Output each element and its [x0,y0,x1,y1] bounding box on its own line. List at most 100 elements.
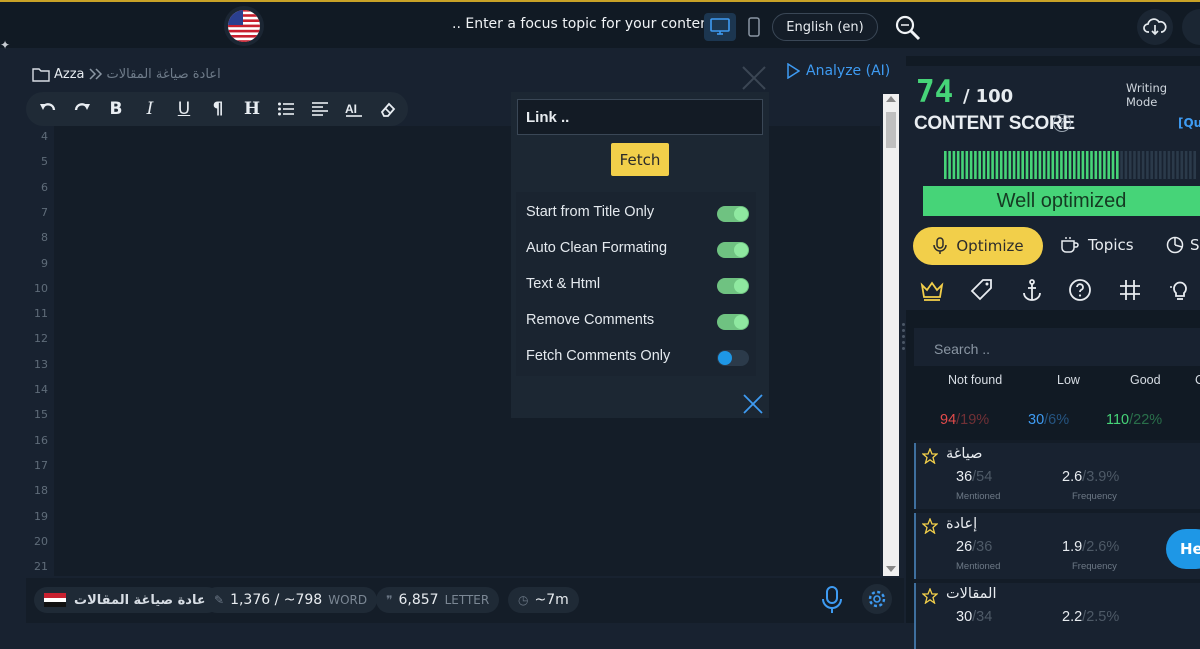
bold-icon[interactable]: B [100,94,132,124]
link-input[interactable] [517,99,763,135]
help-chat-bubble[interactable]: He [1166,529,1200,569]
breadcrumb-doc[interactable]: اعادة صياغة المقالات [107,67,221,82]
filter-icon-row [918,276,1200,306]
keyword-card[interactable]: المقالات 30/34 2.2/2.5% [914,583,1200,649]
frequency-count: 1.9 [1062,539,1083,555]
score-value: 74 [916,74,954,110]
paragraph-icon[interactable]: ¶ [202,94,234,124]
microphone-icon[interactable] [818,585,846,615]
search-zoom-icon[interactable] [894,14,922,46]
meter-segment [1098,151,1102,179]
ai-text-icon[interactable]: AI [338,94,370,124]
keyword-search-input[interactable] [932,336,1196,362]
column-extra[interactable]: C [1195,373,1200,387]
tab-optimize[interactable]: Optimize [913,227,1043,265]
writing-mode-label[interactable]: Writing Mode [1126,81,1200,109]
line-number: 15 [34,408,48,422]
tab-topics[interactable]: Topics [1060,236,1134,254]
column-good[interactable]: Good [1130,373,1161,387]
help-icon[interactable]: ? [1053,114,1071,132]
meter-segment [991,151,994,179]
align-icon[interactable] [304,94,336,124]
count-not-found-pct: /19% [956,412,990,428]
count-low-value: 30 [1028,412,1045,428]
meter-segment [1107,151,1110,179]
tab-stats[interactable]: S [1166,236,1200,254]
keyword-card[interactable]: صياغة 36/54 Mentioned 2.6/3.9% Frequency [914,443,1200,509]
underline-icon[interactable]: U [168,94,200,124]
lightbulb-icon[interactable] [1166,276,1194,304]
desktop-view-button[interactable] [704,13,736,41]
line-number: 16 [34,433,48,447]
meter-segment [1017,151,1020,179]
settings-button[interactable] [862,584,892,614]
meter-segment [961,151,964,179]
word-count-pill: ✎ 1,376 / ~798 WORD [204,587,378,613]
option-toggle[interactable] [717,206,749,222]
line-number: 9 [41,256,48,270]
focus-topic-input[interactable]: .. Enter a focus topic for your content [452,16,714,32]
star-icon[interactable] [922,588,938,604]
redo-icon[interactable] [66,94,98,124]
option-toggle[interactable] [717,242,749,258]
quote-icon: ❞ [386,593,393,607]
column-not-found[interactable]: Not found [948,373,1002,387]
close-popup-icon[interactable] [740,391,766,417]
egypt-flag-icon [44,593,66,608]
star-icon[interactable] [922,518,938,534]
star-icon[interactable] [922,448,938,464]
option-toggle[interactable] [717,350,749,366]
us-flag-icon[interactable] [224,6,264,46]
meter-segment [1163,151,1166,179]
scroll-down-icon[interactable] [886,566,896,572]
document-title-pill[interactable]: اعادة صياغة المقالات [34,587,221,613]
cloud-download-button[interactable] [1137,9,1173,45]
meter-segment [1025,151,1029,179]
meter-segment [1180,151,1184,179]
meter-segment [1159,151,1162,179]
eraser-icon[interactable] [372,94,404,124]
meter-segment [1081,151,1085,179]
option-toggle[interactable] [717,314,749,330]
crown-icon[interactable] [918,276,946,304]
toggle-knob [734,315,748,329]
keyword-card[interactable]: إعادة 26/36 Mentioned 1.9/2.6% Frequency [914,513,1200,579]
meter-segment [952,151,956,179]
tag-icon[interactable] [968,276,996,304]
close-icon[interactable] [740,64,768,92]
undo-icon[interactable] [32,94,64,124]
chevrons-right-icon [88,68,102,80]
hashtag-icon[interactable] [1116,276,1144,304]
scroll-thumb[interactable] [886,112,896,148]
question-icon[interactable] [1066,276,1094,304]
meter-segment [1042,151,1046,179]
toggle-knob [718,351,732,365]
italic-icon[interactable]: I [134,94,166,124]
meter-segment [1038,151,1042,179]
letter-unit: LETTER [444,593,490,607]
analyze-ai-button[interactable]: Analyze (AI) [786,63,890,79]
optimization-status-bar: Well optimized [923,186,1200,216]
word-unit: WORD [328,593,368,607]
language-select[interactable]: English (en) [772,13,878,41]
list-icon[interactable] [270,94,302,124]
quick-link[interactable]: [Quic [1178,116,1200,130]
mobile-view-button[interactable] [744,13,764,41]
column-low[interactable]: Low [1057,373,1080,387]
fetch-button[interactable]: Fetch [611,143,669,176]
option-label: Fetch Comments Only [526,348,671,364]
scroll-up-icon[interactable] [886,96,896,102]
option-toggle[interactable] [717,278,749,294]
editor-scrollbar[interactable] [883,94,899,576]
monitor-icon [710,18,730,35]
frequency-target: /2.6% [1082,539,1120,555]
frequency-value: 2.6/3.9% [1062,469,1119,485]
panel-drag-handle[interactable] [902,320,908,370]
line-number: 6 [41,180,48,194]
meter-segment [1021,151,1024,179]
breadcrumb-user[interactable]: Azza [54,67,85,82]
meter-segment [1171,151,1175,179]
heading-icon[interactable]: H [236,94,268,124]
anchor-icon[interactable] [1018,276,1046,304]
pie-chart-icon [1166,236,1184,254]
